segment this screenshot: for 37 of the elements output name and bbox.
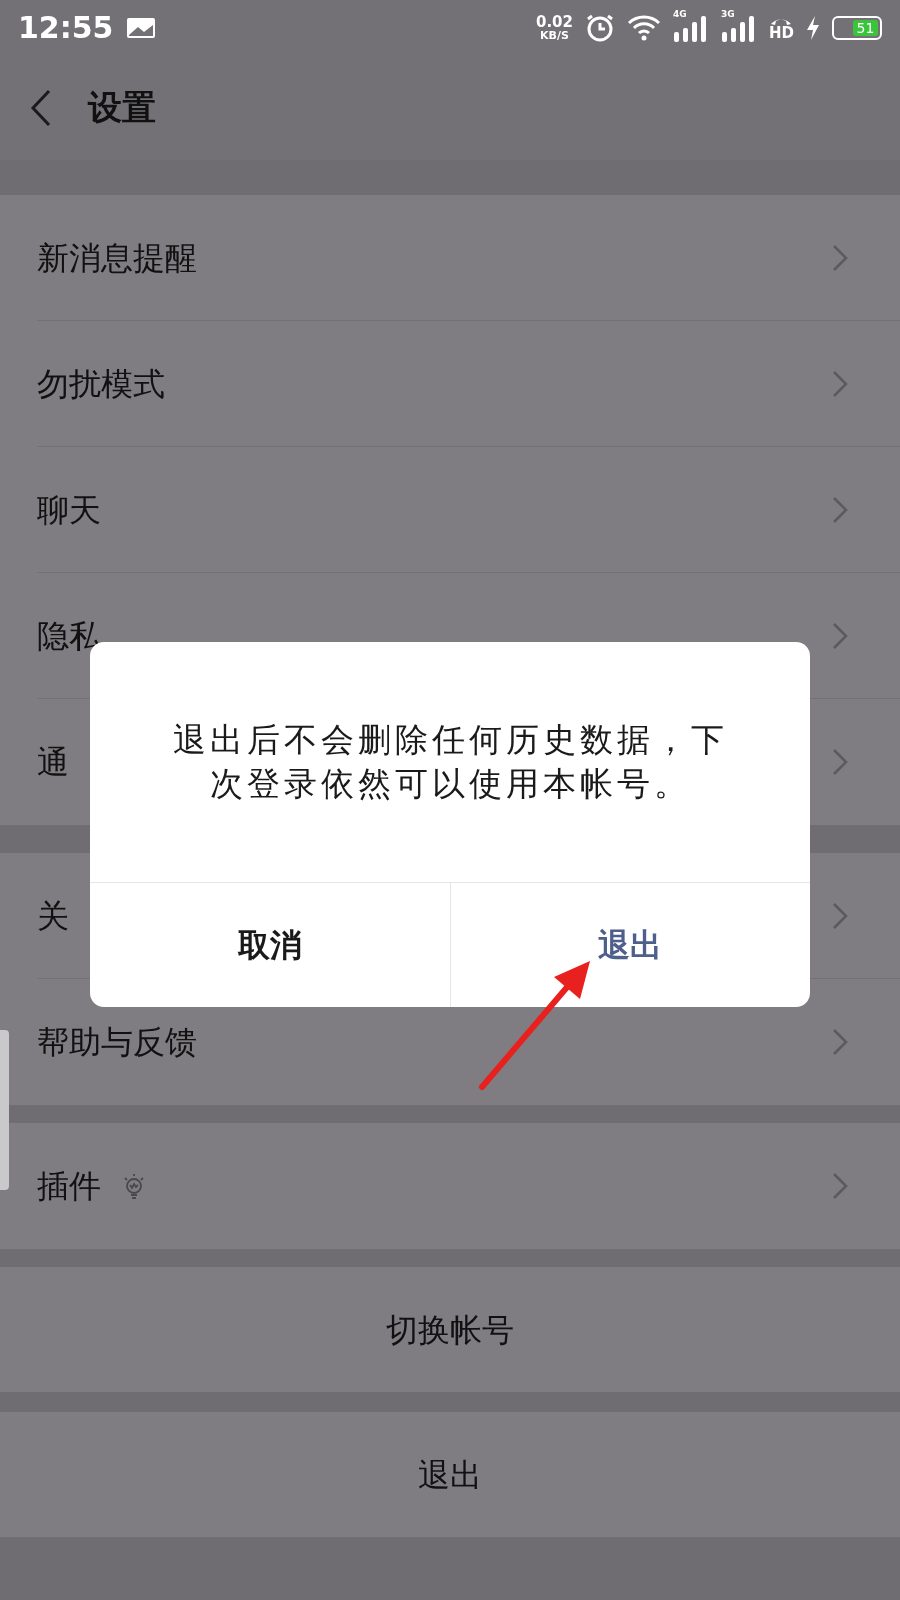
page-title: 设置 <box>88 86 156 129</box>
hd-label: HD <box>769 26 794 41</box>
chevron-right-icon <box>832 495 848 524</box>
action-button[interactable]: 切换帐号 <box>0 1267 900 1392</box>
chevron-right-icon <box>832 243 848 272</box>
chevron-right-icon <box>832 369 848 398</box>
row-label: 插件 <box>37 1166 101 1207</box>
chevron-right-icon <box>832 748 848 776</box>
row-label: 关 <box>37 895 69 937</box>
back-icon[interactable] <box>30 88 52 127</box>
settings-row[interactable]: 插件 <box>0 1123 900 1249</box>
row-label: 帮助与反馈 <box>37 1022 197 1063</box>
chevron-right-icon <box>832 621 848 650</box>
dialog-message: 退出后不会删除任何历史数据，下次登录依然可以使用本帐号。 <box>171 719 729 805</box>
network-speed: 0.02 <box>535 14 573 30</box>
clock: 12:55 <box>18 9 114 47</box>
settings-row[interactable]: 勿扰模式 <box>0 321 900 447</box>
edge-handle[interactable] <box>0 1030 9 1190</box>
settings-row[interactable]: 新消息提醒 <box>0 195 900 321</box>
network-type: 3G <box>721 7 735 21</box>
action-button[interactable]: 退出 <box>0 1412 900 1537</box>
network-type: 4G <box>673 7 687 21</box>
chevron-right-icon <box>832 1028 848 1056</box>
row-label: 通 <box>37 742 69 783</box>
alarm-icon <box>585 12 615 43</box>
charging-icon <box>806 15 820 40</box>
settings-row[interactable]: 聊天 <box>0 447 900 573</box>
picture-icon <box>125 16 156 39</box>
row-label: 新消息提醒 <box>37 237 197 279</box>
speed-unit: KB/S <box>540 29 569 41</box>
chevron-right-icon <box>832 1172 848 1200</box>
row-label: 勿扰模式 <box>37 363 165 405</box>
battery-percent: 51 <box>856 20 875 35</box>
row-label: 聊天 <box>37 489 101 531</box>
wifi-icon <box>627 13 661 42</box>
chevron-right-icon <box>832 901 848 930</box>
lightbulb-icon <box>121 1172 147 1200</box>
